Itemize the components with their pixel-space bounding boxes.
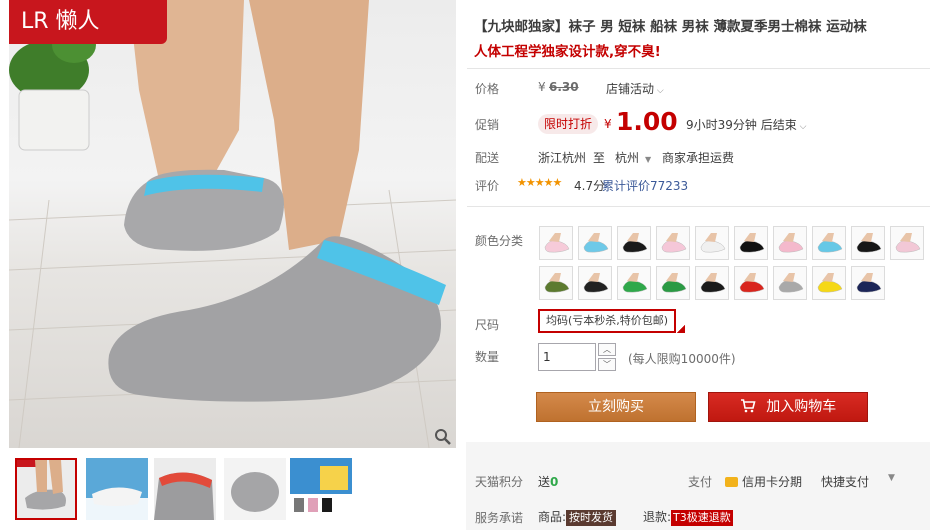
brand-badge: LR 懒人 <box>9 0 167 44</box>
points-label: 天猫积分 <box>475 475 524 489</box>
goods-promise: 商品: 按时发货 <box>538 508 617 526</box>
quantity-decrease-button[interactable]: ﹀ <box>598 358 616 371</box>
color-label: 颜色分类 <box>475 234 524 248</box>
color-swatch[interactable] <box>734 266 768 300</box>
refund-label: 退款: <box>643 510 672 524</box>
countdown-dropdown[interactable]: 9小时39分钟 后结束 ⌵ <box>686 116 806 133</box>
delivery-to-word: 至 <box>593 151 606 165</box>
color-swatch[interactable] <box>656 226 690 260</box>
chevron-down-icon: ⌵ <box>654 86 664 96</box>
chevron-down-icon: ⌵ <box>796 122 807 132</box>
color-swatch[interactable] <box>812 266 846 300</box>
delivery-destination-select[interactable]: 杭州 ▼ <box>615 149 651 166</box>
color-swatch[interactable] <box>578 226 612 260</box>
quantity-label: 数量 <box>475 350 500 364</box>
goods-label: 商品: <box>538 510 567 524</box>
promo-currency: ¥ <box>604 117 612 131</box>
color-swatch[interactable] <box>890 226 924 260</box>
color-swatch[interactable] <box>695 266 729 300</box>
reviews-link[interactable]: 累计评价77233 <box>602 177 688 194</box>
points-info: 送0 <box>538 473 558 490</box>
pay-label: 支付 <box>688 475 713 489</box>
color-swatch[interactable] <box>812 226 846 260</box>
thumbnail-5[interactable] <box>290 458 352 520</box>
fast-refund-tag[interactable]: T3极速退款 <box>671 510 733 526</box>
add-to-cart-button[interactable]: 加入购物车 <box>708 392 868 422</box>
delivery-from: 浙江杭州 <box>538 151 587 165</box>
magnifier-icon[interactable] <box>434 428 452 446</box>
thumbnail-1[interactable] <box>15 458 77 520</box>
delivery-fee: 商家承担运费 <box>662 151 735 165</box>
shop-activity-dropdown[interactable]: 店铺活动 ⌵ <box>606 80 664 97</box>
buy-now-button[interactable]: 立刻购买 <box>536 392 696 422</box>
delivery-label: 配送 <box>475 151 500 165</box>
points-prefix: 送 <box>538 475 551 489</box>
promo-label: 促销 <box>475 118 500 132</box>
color-swatch[interactable] <box>578 266 612 300</box>
thumbnail-4[interactable] <box>224 458 286 520</box>
color-swatch[interactable] <box>539 266 573 300</box>
socks-photo <box>9 0 456 448</box>
thumbnail-2[interactable] <box>86 458 148 520</box>
quantity-increase-button[interactable]: ︿ <box>598 343 616 356</box>
on-time-delivery-tag[interactable]: 按时发货 <box>566 510 617 526</box>
promo-tag: 限时打折 <box>538 114 599 134</box>
product-title: 【九块邮独家】袜子 男 短袜 船袜 男袜 薄款夏季男士棉袜 运动袜 <box>474 19 867 35</box>
color-swatch[interactable] <box>773 226 807 260</box>
main-product-image[interactable] <box>9 0 456 448</box>
size-label: 尺码 <box>475 318 500 332</box>
selected-check-icon <box>677 325 685 333</box>
countdown-text: 9小时39分钟 后结束 <box>686 118 797 132</box>
chevron-up-icon: ︿ <box>603 345 611 354</box>
divider <box>467 206 930 207</box>
original-price: 6.30 <box>549 80 579 94</box>
color-swatch[interactable] <box>851 266 885 300</box>
quantity-input[interactable]: 1 <box>538 343 596 371</box>
points-value: 0 <box>550 475 559 489</box>
price-label: 价格 <box>475 82 500 96</box>
color-swatch[interactable] <box>539 226 573 260</box>
cart-icon <box>740 399 760 415</box>
rating-stars: ★★★★★ <box>517 176 562 189</box>
price-currency: ¥ <box>538 80 546 94</box>
delivery-destination: 杭州 <box>615 151 640 165</box>
product-subtitle: 人体工程学独家设计款,穿不臭! <box>474 44 661 60</box>
caret-down-icon: ▼ <box>645 155 652 164</box>
fast-pay[interactable]: 快捷支付 <box>821 473 869 490</box>
credit-installment[interactable]: 信用卡分期 <box>725 473 802 490</box>
color-swatch[interactable] <box>734 226 768 260</box>
credit-installment-label: 信用卡分期 <box>742 475 803 489</box>
caret-down-icon[interactable]: ▼ <box>888 473 895 483</box>
color-swatch[interactable] <box>617 266 651 300</box>
color-swatch[interactable] <box>695 226 729 260</box>
add-to-cart-label: 加入购物车 <box>766 399 837 415</box>
chevron-down-icon: ﹀ <box>603 360 611 369</box>
size-option-selected[interactable]: 均码(亏本秒杀,特价包邮) <box>538 309 677 333</box>
color-swatch[interactable] <box>617 226 651 260</box>
refund-promise: 退款: T3极速退款 <box>643 508 733 526</box>
divider <box>467 68 930 69</box>
color-swatch[interactable] <box>656 266 690 300</box>
purchase-limit: (每人限购10000件) <box>628 352 736 366</box>
thumbnail-3[interactable] <box>154 458 216 520</box>
rating-label: 评价 <box>475 179 500 193</box>
credit-card-icon <box>725 477 738 487</box>
rating-score: 4.7分 <box>574 179 606 193</box>
promise-label: 服务承诺 <box>475 511 524 525</box>
color-swatch[interactable] <box>773 266 807 300</box>
shop-activity-label: 店铺活动 <box>606 82 655 96</box>
color-swatch[interactable] <box>851 226 885 260</box>
promo-price: 1.00 <box>616 107 678 136</box>
